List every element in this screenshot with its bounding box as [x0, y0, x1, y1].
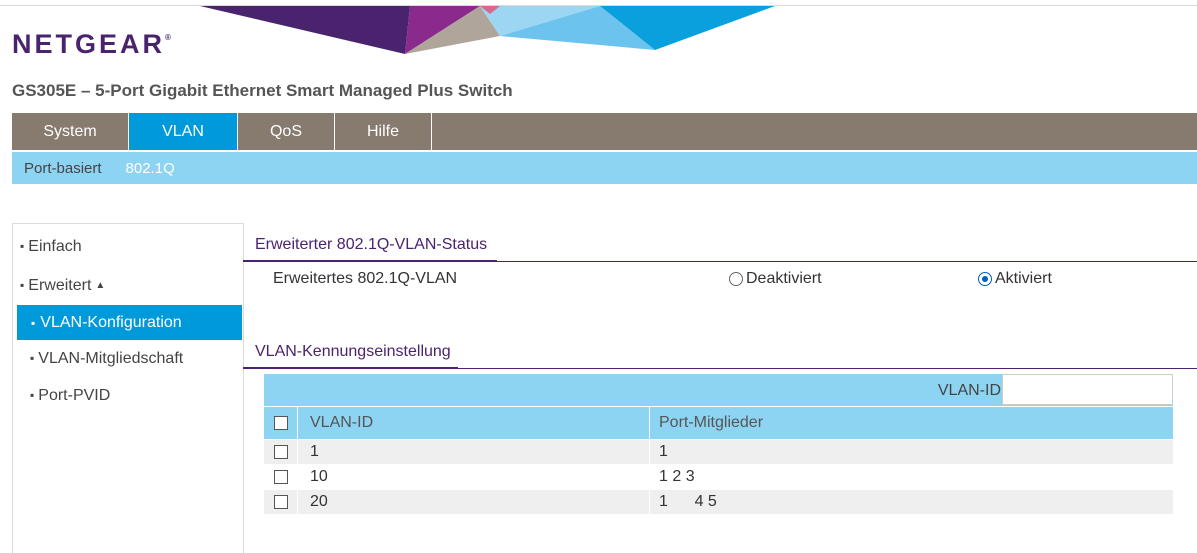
row-check-cell: [264, 445, 297, 459]
radio-label: Aktiviert: [995, 270, 1052, 287]
tab-hilfe[interactable]: Hilfe: [335, 113, 432, 150]
sidebar-item-erweitert[interactable]: ▪ Erweitert ▲: [20, 277, 105, 295]
vlan-id-input[interactable]: [1002, 374, 1173, 405]
sidebar-item-einfach[interactable]: ▪ Einfach: [20, 238, 82, 256]
port-members-cell: 1: [649, 440, 1173, 464]
product-title: GS305E – 5-Port Gigabit Ethernet Smart M…: [12, 81, 513, 100]
radio-deaktiviert[interactable]: Deaktiviert: [729, 270, 822, 288]
sidebar: ▪ Einfach ▪ Erweitert ▲ ▪ VLAN-Konfiguration…: [12, 223, 244, 553]
sidebar-item-vlan-konfiguration[interactable]: ▪ VLAN-Konfiguration: [17, 305, 242, 340]
bullet-icon: ▪: [20, 239, 25, 253]
bullet-icon: ▪: [31, 315, 36, 330]
sidebar-item-label: VLAN-Mitgliedschaft: [38, 350, 184, 367]
vlan-id-cell: 10: [297, 465, 649, 489]
vlan-search-label: VLAN-ID: [937, 382, 1001, 399]
radio-label: Deaktiviert: [746, 270, 822, 287]
main-nav: System VLAN QoS Hilfe: [12, 113, 1197, 150]
row-checkbox[interactable]: [273, 495, 288, 509]
netgear-logo: NETGEAR®: [12, 29, 171, 60]
vlan-id-cell: 20: [297, 490, 649, 514]
table-row[interactable]: 10 1 2 3: [264, 465, 1173, 489]
table-header: VLAN-ID Port-Mitglieder: [264, 407, 1173, 439]
subtab-port-based[interactable]: Port-basiert: [12, 160, 114, 177]
subtab-8021q[interactable]: 802.1Q: [114, 160, 187, 177]
port-members-cell: 1 2 3: [649, 465, 1173, 489]
row-checkbox[interactable]: [273, 445, 288, 459]
column-header-port-members: Port-Mitglieder: [649, 407, 1173, 439]
row-checkbox[interactable]: [273, 470, 288, 484]
table-row[interactable]: 1 1: [264, 440, 1173, 464]
bullet-icon: ▪: [20, 278, 25, 292]
extended-vlan-label: Erweitertes 802.1Q-VLAN: [273, 270, 458, 287]
select-all-checkbox[interactable]: [273, 416, 288, 430]
bullet-icon: ▪: [30, 351, 35, 365]
select-all-cell: [264, 416, 297, 430]
tab-qos[interactable]: QoS: [238, 113, 335, 150]
sidebar-item-port-pvid[interactable]: ▪ Port-PVID: [30, 387, 110, 405]
caret-up-icon: ▲: [95, 280, 106, 291]
sidebar-item-label: Port-PVID: [38, 387, 111, 404]
trademark-symbol: ®: [165, 33, 171, 42]
vlan-id-cell: 1: [297, 440, 649, 464]
radio-unchecked-icon[interactable]: [729, 272, 743, 286]
header-banner-graphic: [200, 6, 775, 54]
vlan-table: VLAN-ID VLAN-ID Port-Mitglieder 1 1 10 1…: [264, 374, 1173, 514]
section-title-underline: [243, 260, 497, 262]
row-check-cell: [264, 495, 297, 509]
sidebar-item-label: Einfach: [28, 238, 82, 255]
sidebar-item-vlan-mitgliedschaft[interactable]: ▪ VLAN-Mitgliedschaft: [30, 350, 183, 368]
sub-nav: Port-basiert 802.1Q: [12, 152, 1197, 184]
row-check-cell: [264, 470, 297, 484]
brand-name: NETGEAR: [12, 29, 166, 59]
vlan-search-bar: VLAN-ID: [264, 374, 1173, 406]
status-section-title: Erweiterter 802.1Q-VLAN-Status: [255, 236, 488, 253]
radio-checked-icon[interactable]: [978, 272, 992, 286]
tab-vlan[interactable]: VLAN: [129, 113, 238, 150]
section-title-underline: [243, 367, 458, 369]
sidebar-item-label: Erweitert: [28, 277, 92, 294]
sidebar-item-label: VLAN-Konfiguration: [40, 313, 182, 331]
radio-aktiviert[interactable]: Aktiviert: [978, 270, 1052, 288]
bullet-icon: ▪: [30, 388, 35, 402]
tab-system[interactable]: System: [12, 113, 129, 150]
port-members-cell: 1 4 5: [649, 490, 1173, 514]
id-section-title: VLAN-Kennungseinstellung: [255, 343, 451, 360]
table-row[interactable]: 20 1 4 5: [264, 490, 1173, 514]
column-header-vlan-id: VLAN-ID: [297, 407, 649, 439]
